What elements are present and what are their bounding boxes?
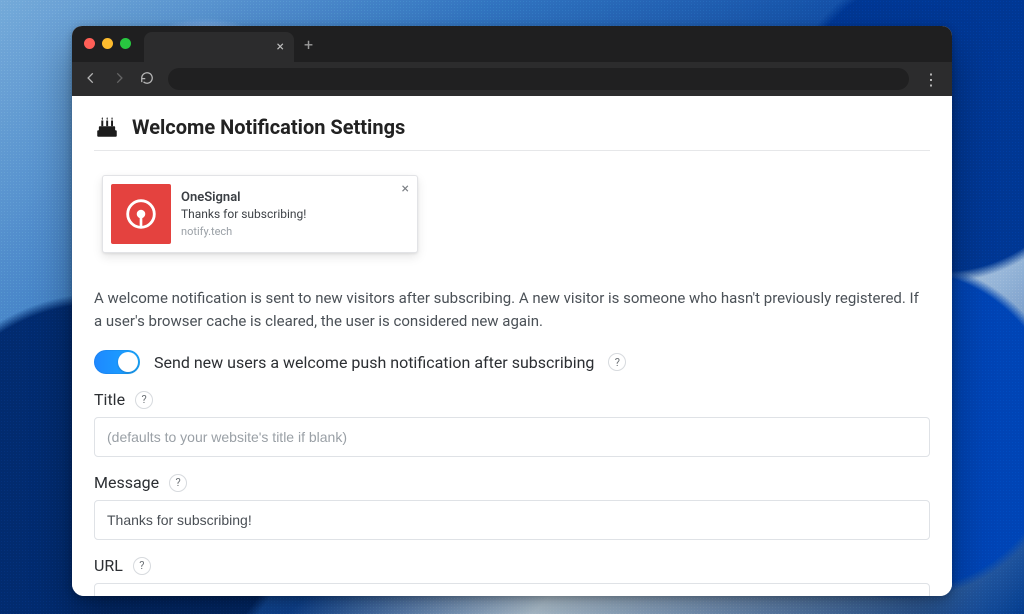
browser-tab[interactable]: × bbox=[144, 32, 294, 62]
window-close-button[interactable] bbox=[84, 38, 95, 49]
title-label: Title bbox=[94, 390, 125, 409]
welcome-icon bbox=[94, 114, 120, 140]
url-input[interactable] bbox=[94, 583, 930, 596]
url-field: URL ? bbox=[94, 556, 930, 596]
help-icon[interactable]: ? bbox=[135, 391, 153, 409]
welcome-toggle-label: Send new users a welcome push notificati… bbox=[154, 353, 594, 372]
browser-window: × + ⋮ bbox=[72, 26, 952, 596]
window-controls bbox=[84, 38, 131, 49]
welcome-toggle-row: Send new users a welcome push notificati… bbox=[94, 350, 930, 374]
notification-preview: OneSignal Thanks for subscribing! notify… bbox=[102, 175, 418, 253]
reload-icon[interactable] bbox=[140, 70, 154, 89]
browser-menu-icon[interactable]: ⋮ bbox=[923, 70, 940, 89]
page-header: Welcome Notification Settings bbox=[94, 114, 930, 151]
message-field: Message ? bbox=[94, 473, 930, 540]
url-label: URL bbox=[94, 556, 123, 575]
notification-title: OneSignal bbox=[181, 190, 306, 205]
window-maximize-button[interactable] bbox=[120, 38, 131, 49]
title-input[interactable] bbox=[94, 417, 930, 457]
welcome-toggle[interactable] bbox=[94, 350, 140, 374]
page-content: Welcome Notification Settings OneSignal … bbox=[72, 96, 952, 596]
page-title: Welcome Notification Settings bbox=[132, 115, 405, 139]
window-minimize-button[interactable] bbox=[102, 38, 113, 49]
forward-icon[interactable] bbox=[112, 70, 126, 89]
help-icon[interactable]: ? bbox=[169, 474, 187, 492]
help-icon[interactable]: ? bbox=[608, 353, 626, 371]
address-bar[interactable] bbox=[168, 68, 909, 90]
new-tab-button[interactable]: + bbox=[304, 35, 313, 54]
notification-domain: notify.tech bbox=[181, 225, 306, 238]
title-field: Title ? bbox=[94, 390, 930, 457]
message-input[interactable] bbox=[94, 500, 930, 540]
notification-message: Thanks for subscribing! bbox=[181, 207, 306, 221]
message-label: Message bbox=[94, 473, 159, 492]
settings-description: A welcome notification is sent to new vi… bbox=[94, 287, 930, 332]
notification-app-icon bbox=[111, 184, 171, 244]
notification-close-icon[interactable]: × bbox=[402, 182, 409, 196]
help-icon[interactable]: ? bbox=[133, 557, 151, 575]
back-icon[interactable] bbox=[84, 70, 98, 89]
tab-close-icon[interactable]: × bbox=[277, 40, 284, 54]
browser-tab-bar: × + bbox=[72, 26, 952, 62]
browser-toolbar: ⋮ bbox=[72, 62, 952, 96]
notification-body: OneSignal Thanks for subscribing! notify… bbox=[181, 184, 306, 244]
